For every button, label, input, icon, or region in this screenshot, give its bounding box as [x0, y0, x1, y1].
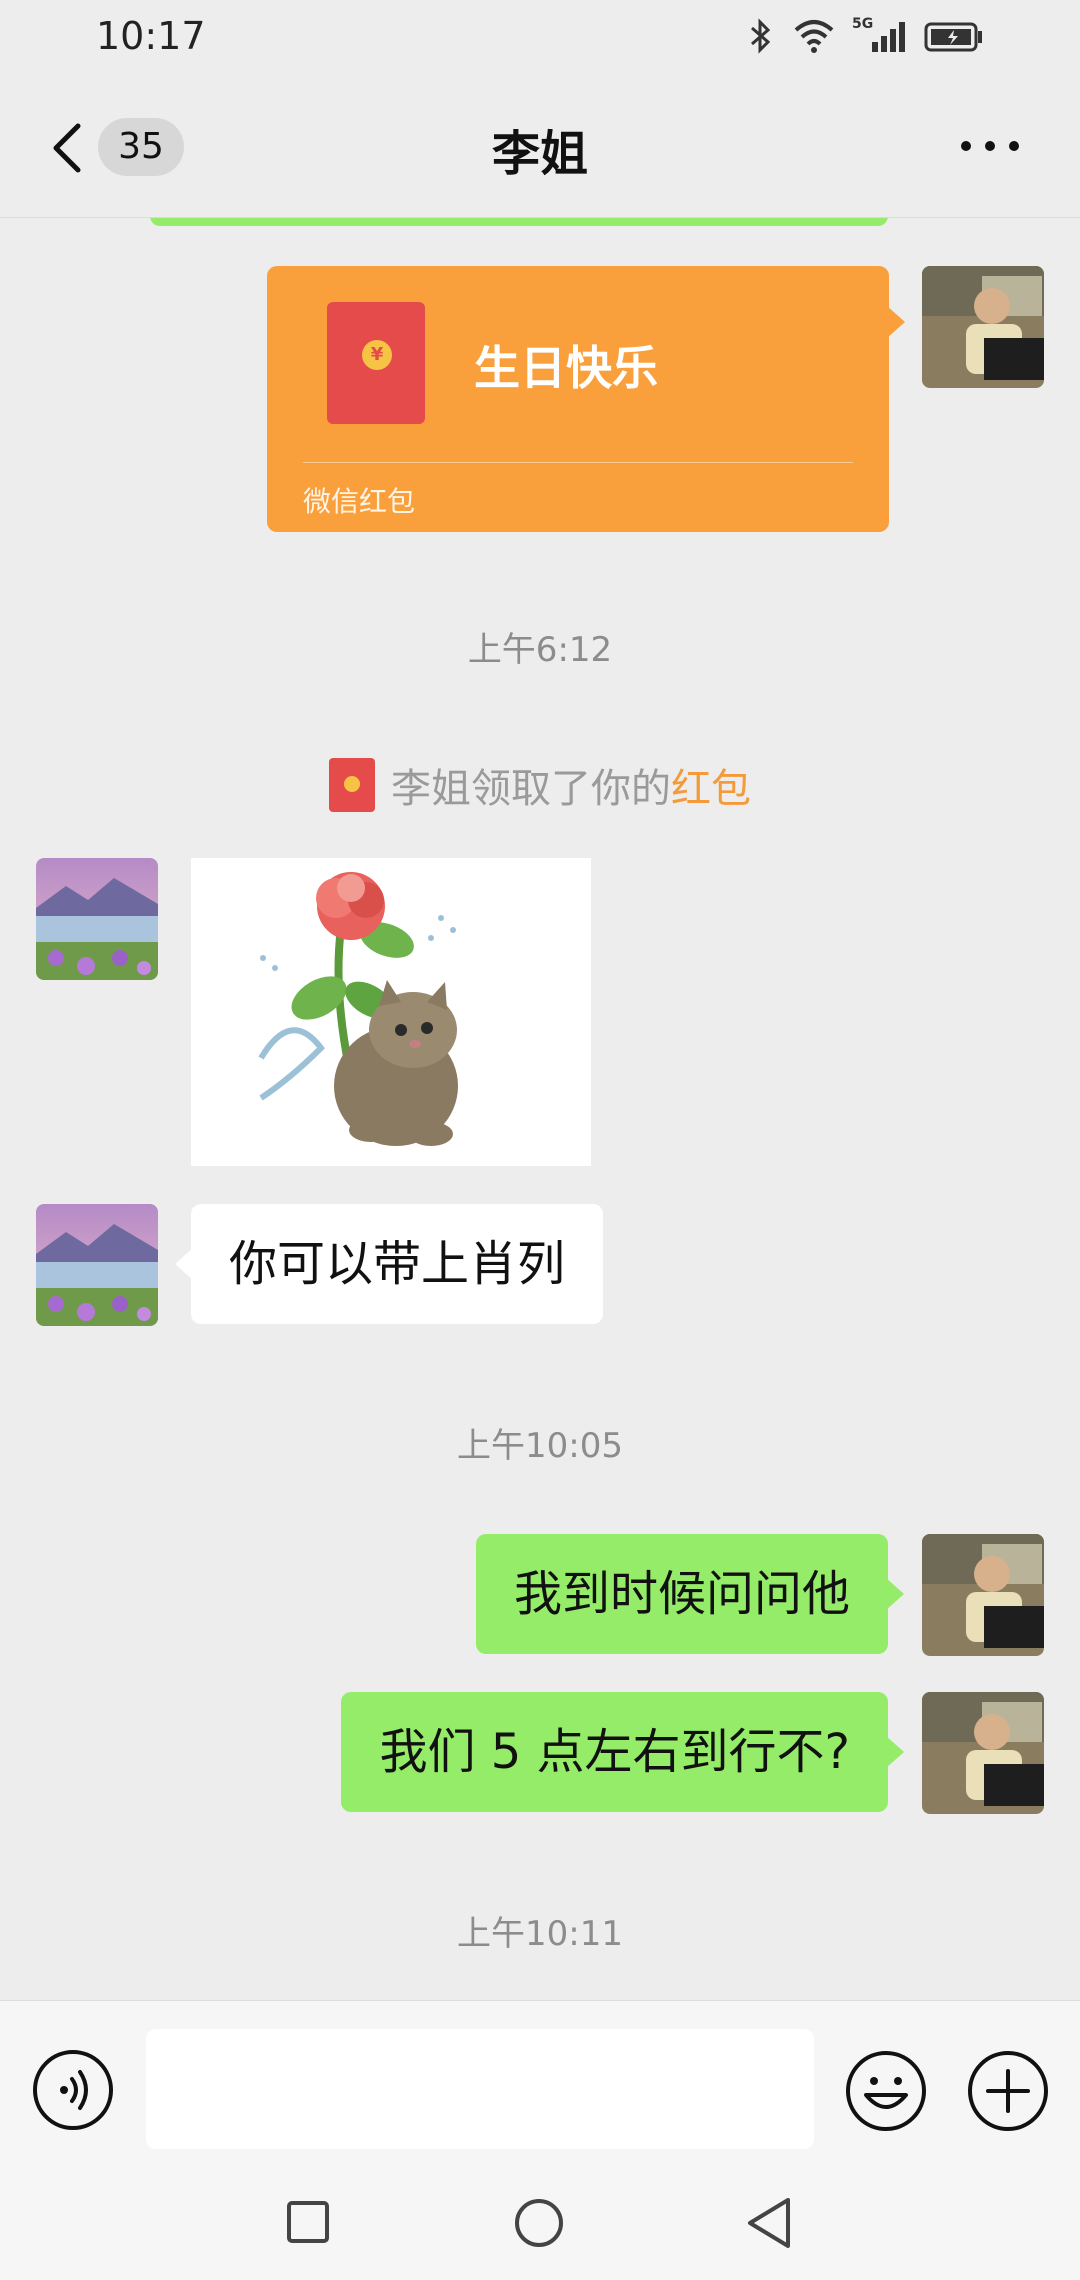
system-notice: 李姐领取了你的红包 — [0, 756, 1080, 814]
red-packet-small-icon — [329, 758, 375, 812]
red-packet-icon: ¥ — [327, 302, 425, 424]
chat-header: 35 李姐 — [0, 76, 1080, 218]
timestamp: 上午10:11 — [457, 1914, 623, 1954]
plus-icon[interactable] — [966, 2049, 1050, 2133]
emoji-icon[interactable] — [844, 2049, 928, 2133]
status-bar: 10:17 5G — [0, 0, 1080, 76]
timestamp: 上午6:12 — [467, 630, 613, 670]
incoming-message-bubble[interactable]: 你可以带上肖列 — [174, 1204, 604, 1324]
sticker-image[interactable] — [191, 858, 591, 1166]
red-packet-title: 生日快乐 — [474, 341, 658, 395]
battery-icon — [924, 22, 982, 52]
contact-avatar[interactable] — [36, 858, 158, 980]
outgoing-message-bubble[interactable]: 我们 5 点左右到行不? — [341, 1692, 904, 1812]
my-avatar[interactable] — [922, 266, 1044, 388]
nav-recents-icon[interactable] — [286, 2200, 330, 2244]
outgoing-message-bubble[interactable]: 我到时候问问他 — [475, 1534, 905, 1654]
bluetooth-icon — [751, 18, 771, 54]
input-bar — [0, 2000, 1080, 2150]
chat-title: 李姐 — [491, 126, 588, 182]
nav-home-icon[interactable] — [514, 2198, 564, 2248]
wifi-icon — [794, 20, 834, 53]
message-input[interactable] — [146, 2029, 814, 2149]
status-time: 10:17 — [96, 14, 206, 58]
red-packet-footer: 微信红包 — [303, 485, 416, 518]
cellular-signal-icon: 5G — [852, 16, 908, 56]
my-avatar[interactable] — [922, 1534, 1044, 1656]
chat-message-list[interactable]: ¥ 生日快乐 微信红包 上午6:12 李姐领取了你的红包 你可以带上肖列 上午1… — [0, 218, 1080, 2000]
system-navigation-bar — [0, 2150, 1080, 2280]
voice-icon[interactable] — [32, 2049, 114, 2131]
system-notice-text: 李姐领取了你的 — [391, 766, 671, 812]
system-notice-link[interactable]: 红包 — [671, 766, 751, 812]
status-icons: 5G — [746, 16, 984, 56]
more-dots-icon[interactable] — [958, 136, 1022, 156]
nav-back-icon[interactable] — [744, 2196, 794, 2250]
timestamp: 上午10:05 — [457, 1426, 623, 1466]
contact-avatar[interactable] — [36, 1204, 158, 1326]
previous-message-bubble-edge — [150, 218, 888, 226]
my-avatar[interactable] — [922, 1692, 1044, 1814]
red-packet-message[interactable]: ¥ 生日快乐 微信红包 — [267, 266, 905, 532]
red-packet-coin: ¥ — [362, 340, 392, 370]
